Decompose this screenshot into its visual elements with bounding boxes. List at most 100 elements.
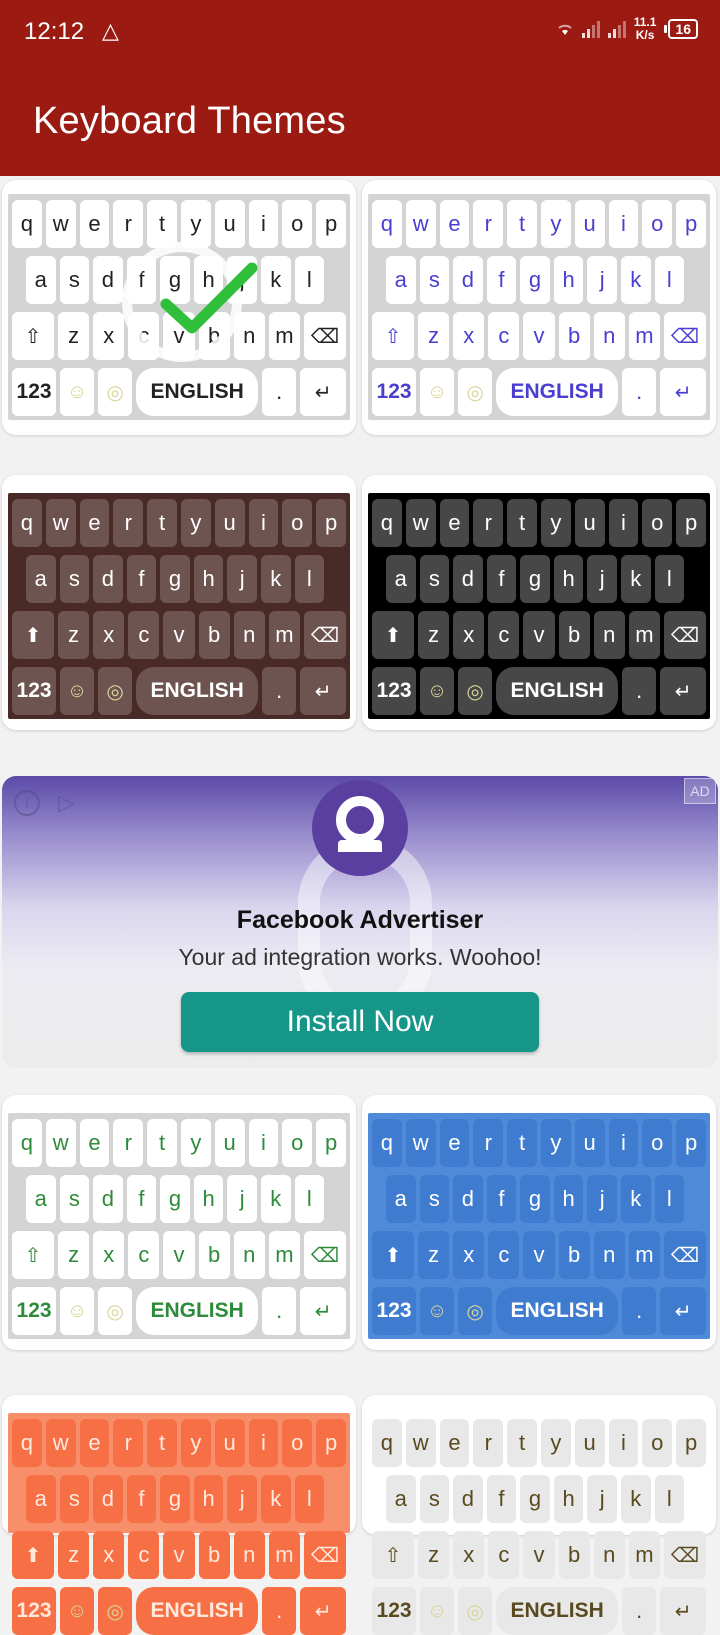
- key-e: e: [439, 1119, 470, 1167]
- key-row-4: 123 ☺ ◎ ENGLISH. ↵: [372, 368, 707, 416]
- theme-card-white-green[interactable]: q w e r t y u i o p a s d f g h j k l ⇧ z x c v b n m ⌫ 123 ☺ ◎ ENGLISH…: [2, 1095, 356, 1350]
- enter-key: ↵: [300, 1587, 347, 1635]
- key-c: c: [488, 1231, 520, 1279]
- key-w: w: [45, 1119, 76, 1167]
- key-w: w: [405, 1419, 436, 1467]
- key-w: w: [405, 499, 436, 547]
- key-o: o: [642, 1419, 673, 1467]
- key-z: z: [58, 312, 90, 360]
- key-j: j: [227, 555, 257, 603]
- key-row-1: qwertyuiop: [372, 200, 706, 248]
- key-row-3: ⬆ z x c v b n m ⌫: [12, 611, 347, 659]
- key-r: r: [473, 1119, 504, 1167]
- period-key: .: [262, 368, 297, 416]
- ad-choices-icon[interactable]: ▷: [58, 790, 75, 816]
- key-w: w: [405, 200, 436, 248]
- key-row-4: 123 ☺ ◎ ENGLISH. ↵: [12, 1287, 347, 1335]
- shift-icon: ⇧: [24, 1244, 42, 1267]
- enter-key: ↵: [660, 667, 707, 715]
- theme-card-brown[interactable]: q w e r t y u i o p a s d f g h j k l ⬆ z x c v b n m ⌫ 123 ☺ ◎ ENGLISH…: [2, 475, 356, 730]
- key-p: p: [316, 1419, 346, 1467]
- emoji-icon: ☺: [426, 679, 448, 702]
- key-v: v: [163, 1531, 195, 1579]
- globe-icon: ◎: [466, 680, 484, 703]
- emoji-key: ☺: [420, 667, 455, 715]
- theme-card-white-blue[interactable]: q w e r t y u i o p a s d f g h j k l ⇧ z x c v b n m ⌫ 123 ☺ ◎ ENGLISH…: [362, 180, 716, 435]
- install-now-button[interactable]: Install Now: [181, 992, 539, 1052]
- key-s: s: [419, 256, 450, 304]
- key-row-1: qwertyuiop: [12, 1119, 346, 1167]
- key-r: r: [113, 1419, 144, 1467]
- key-row-2: asdfghjkl: [372, 1475, 706, 1523]
- enter-key: ↵: [660, 1587, 707, 1635]
- key-d: d: [453, 555, 483, 603]
- shift-icon: ⬆: [384, 624, 402, 647]
- period-key: .: [262, 667, 297, 715]
- key-u: u: [214, 1419, 245, 1467]
- enter-icon: ↵: [314, 1300, 332, 1323]
- key-d: d: [93, 1175, 123, 1223]
- key-v: v: [163, 611, 195, 659]
- key-row-1: qwertyuiop: [372, 1419, 706, 1467]
- theme-card-blue[interactable]: q w e r t y u i o p a s d f g h j k l ⬆ z x c v b n m ⌫ 123 ☺ ◎ ENGLISH…: [362, 1095, 716, 1350]
- key-o: o: [642, 1119, 673, 1167]
- key-j: j: [227, 1475, 257, 1523]
- key-a: a: [26, 1475, 56, 1523]
- key-h: h: [553, 1475, 584, 1523]
- globe-icon: ◎: [106, 381, 124, 404]
- key-row-3: ⇧ z x c v b n m ⌫: [372, 1531, 707, 1579]
- backspace-key: ⌫: [304, 1231, 347, 1279]
- key-c: c: [488, 1531, 520, 1579]
- key-z: z: [418, 312, 450, 360]
- numbers-key: 123: [12, 667, 57, 715]
- key-b: b: [198, 611, 230, 659]
- numbers-key: 123: [372, 1287, 417, 1335]
- key-p: p: [676, 1119, 706, 1167]
- key-p: p: [676, 200, 706, 248]
- theme-card-light-gray[interactable]: q w e r t y u i o p a s d f g h j k l ⇧ z x c v b n m ⌫ 123 ☺ ◎ ENGLISH…: [362, 1395, 716, 1635]
- key-row-2: asdfghjkl: [12, 1175, 346, 1223]
- emoji-icon: ☺: [426, 380, 448, 403]
- key-h: h: [553, 256, 584, 304]
- theme-card-white-black[interactable]: q w e r t y u i o p a s d f g h j k l ⇧ z x c v b n m ⌫ 123 ☺ ◎ ENGLISH…: [2, 180, 356, 435]
- theme-card-orange[interactable]: q w e r t y u i o p a s d f g h j k l ⬆ z x c v b n m ⌫ 123 ☺ ◎ ENGLISH…: [2, 1395, 356, 1635]
- key-h: h: [193, 1475, 224, 1523]
- key-x: x: [453, 1531, 485, 1579]
- backspace-key: ⌫: [664, 611, 707, 659]
- key-x: x: [93, 611, 125, 659]
- enter-icon: ↵: [674, 1300, 692, 1323]
- key-l: l: [294, 1475, 325, 1523]
- language-key: ◎: [458, 1587, 493, 1635]
- backspace-icon: ⌫: [310, 624, 340, 647]
- key-w: w: [45, 1419, 76, 1467]
- theme-card-black[interactable]: q w e r t y u i o p a s d f g h j k l ⬆ z x c v b n m ⌫ 123 ☺ ◎ ENGLISH…: [362, 475, 716, 730]
- key-d: d: [453, 1475, 483, 1523]
- key-h: h: [553, 555, 584, 603]
- key-m: m: [268, 1531, 301, 1579]
- key-v: v: [523, 312, 555, 360]
- key-g: g: [520, 256, 550, 304]
- ad-banner[interactable]: i ▷ AD Facebook Advertiser Your ad integ…: [2, 776, 718, 1068]
- key-u: u: [214, 1119, 245, 1167]
- language-key: ◎: [98, 1587, 133, 1635]
- key-k: k: [620, 256, 651, 304]
- key-y: y: [180, 499, 211, 547]
- key-q: q: [372, 499, 402, 547]
- key-b: b: [558, 312, 590, 360]
- period-key: .: [622, 1587, 657, 1635]
- key-j: j: [587, 1175, 617, 1223]
- key-p: p: [316, 200, 346, 248]
- emoji-icon: ☺: [66, 1599, 88, 1622]
- ad-info-icon[interactable]: i: [14, 790, 40, 816]
- key-l: l: [294, 555, 325, 603]
- key-h: h: [553, 1175, 584, 1223]
- key-n: n: [593, 312, 625, 360]
- shift-icon: ⇧: [384, 1544, 402, 1567]
- key-row-3: ⬆ z x c v b n m ⌫: [372, 611, 707, 659]
- app-bar: 12:12 △ 11.1 K/s 16 Keyboard Themes: [0, 0, 720, 176]
- key-e: e: [439, 1419, 470, 1467]
- key-e: e: [79, 1119, 110, 1167]
- key-s: s: [419, 1475, 450, 1523]
- key-x: x: [453, 1231, 485, 1279]
- key-q: q: [12, 200, 42, 248]
